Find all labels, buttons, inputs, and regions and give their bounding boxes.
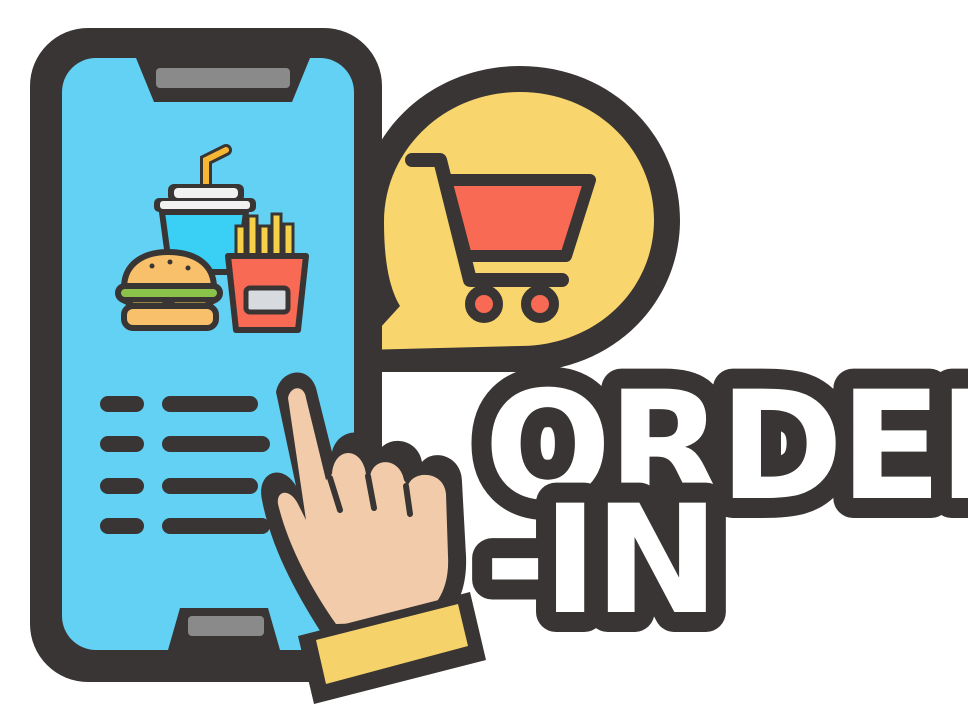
logo-text-line-2: -IN: [484, 474, 716, 648]
fries-icon: [225, 212, 309, 333]
burger-icon: [115, 249, 223, 331]
order-in-logo: ORDER -IN: [30, 28, 968, 704]
